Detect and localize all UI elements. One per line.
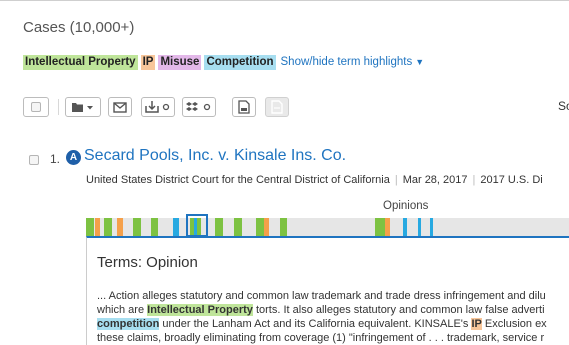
checkbox-icon [31, 102, 41, 112]
email-button[interactable] [108, 97, 132, 117]
highlight-ip: IP [471, 318, 482, 330]
term-segment[interactable] [86, 218, 94, 236]
case-title-link[interactable]: Secard Pools, Inc. v. Kinsale Ins. Co. [84, 147, 346, 165]
case-metadata: United States District Court for the Cen… [86, 174, 543, 186]
print-icon [238, 100, 250, 114]
term-segment[interactable] [117, 218, 123, 236]
results-toolbar: So [23, 97, 569, 119]
court-name: United States District Court for the Cen… [86, 174, 390, 186]
email-icon [113, 101, 127, 113]
checkbox-icon [29, 155, 39, 165]
term-segment[interactable] [280, 218, 287, 236]
panel-title: Terms: Opinion [97, 254, 198, 271]
top-border [0, 0, 569, 1]
document-icon [271, 100, 283, 114]
print-button[interactable] [232, 97, 256, 117]
term-chip-ip[interactable]: IP [140, 54, 156, 70]
snippet-text-part: torts. It also alleges statutory and com… [252, 304, 545, 316]
snippet-text-part: under the Lanham Act and its California … [159, 318, 472, 330]
download-icon [145, 101, 170, 113]
select-all-button[interactable] [23, 97, 49, 117]
term-snippet-panel: Terms: Opinion ... Action alleges statut… [86, 236, 569, 345]
meta-divider: | [472, 174, 476, 186]
term-segment[interactable] [403, 218, 407, 236]
badge-icon: A [66, 150, 81, 165]
term-highlights-row: Intellectual Property IP Misuse Competit… [23, 54, 424, 70]
folder-dropdown-button[interactable] [65, 97, 101, 117]
term-chip-misuse[interactable]: Misuse [158, 54, 202, 70]
case-date: Mar 28, 2017 [402, 174, 468, 186]
term-segment[interactable] [234, 218, 242, 236]
term-distribution-bar[interactable] [86, 218, 569, 236]
highlight-intellectual-property: Intellectual Property [147, 304, 253, 316]
document-button[interactable] [265, 97, 289, 117]
snippet-text-part: Exclusion ex [481, 318, 547, 330]
toolbar-divider [58, 99, 59, 115]
sort-label[interactable]: So [558, 99, 569, 113]
term-segment[interactable] [375, 218, 385, 236]
folder-icon [72, 103, 93, 112]
page-title: Cases (10,000+) [23, 19, 135, 36]
term-segment[interactable] [173, 218, 179, 236]
term-segment[interactable] [430, 218, 433, 236]
dropbox-icon [186, 102, 211, 111]
term-chip-competition[interactable]: Competition [204, 54, 276, 70]
term-segment[interactable] [215, 218, 223, 236]
term-chip-intellectual-property[interactable]: Intellectual Property [23, 54, 138, 70]
snippet-text: ... Action alleges statutory and common … [97, 289, 569, 345]
meta-divider: | [394, 174, 398, 186]
snippet-text-part: which are [97, 304, 148, 316]
term-segment[interactable] [264, 218, 269, 236]
snippet-line: which are Intellectual Property torts. I… [97, 303, 569, 317]
snippet-line: ... Action alleges statutory and common … [97, 290, 546, 302]
term-segment[interactable] [133, 218, 141, 236]
term-segment[interactable] [385, 218, 390, 236]
download-button[interactable] [141, 97, 175, 117]
term-segment[interactable] [418, 218, 421, 236]
opinions-label: Opinions [383, 200, 429, 212]
term-segment[interactable] [151, 218, 158, 236]
dropbox-button[interactable] [182, 97, 216, 117]
term-segment[interactable] [256, 218, 264, 236]
chevron-down-icon[interactable]: ▼ [415, 57, 424, 67]
result-checkbox[interactable] [29, 155, 39, 165]
snippet-line: competition under the Lanham Act and its… [97, 317, 569, 331]
show-hide-highlights-link[interactable]: Show/hide term highlights [281, 56, 413, 68]
selected-segment-marker[interactable] [186, 214, 208, 237]
term-segment[interactable] [95, 218, 100, 236]
case-citation: 2017 U.S. Di [480, 174, 543, 186]
highlight-competition: competition [97, 318, 160, 330]
result-number: 1. [50, 152, 61, 166]
term-segment[interactable] [104, 218, 112, 236]
